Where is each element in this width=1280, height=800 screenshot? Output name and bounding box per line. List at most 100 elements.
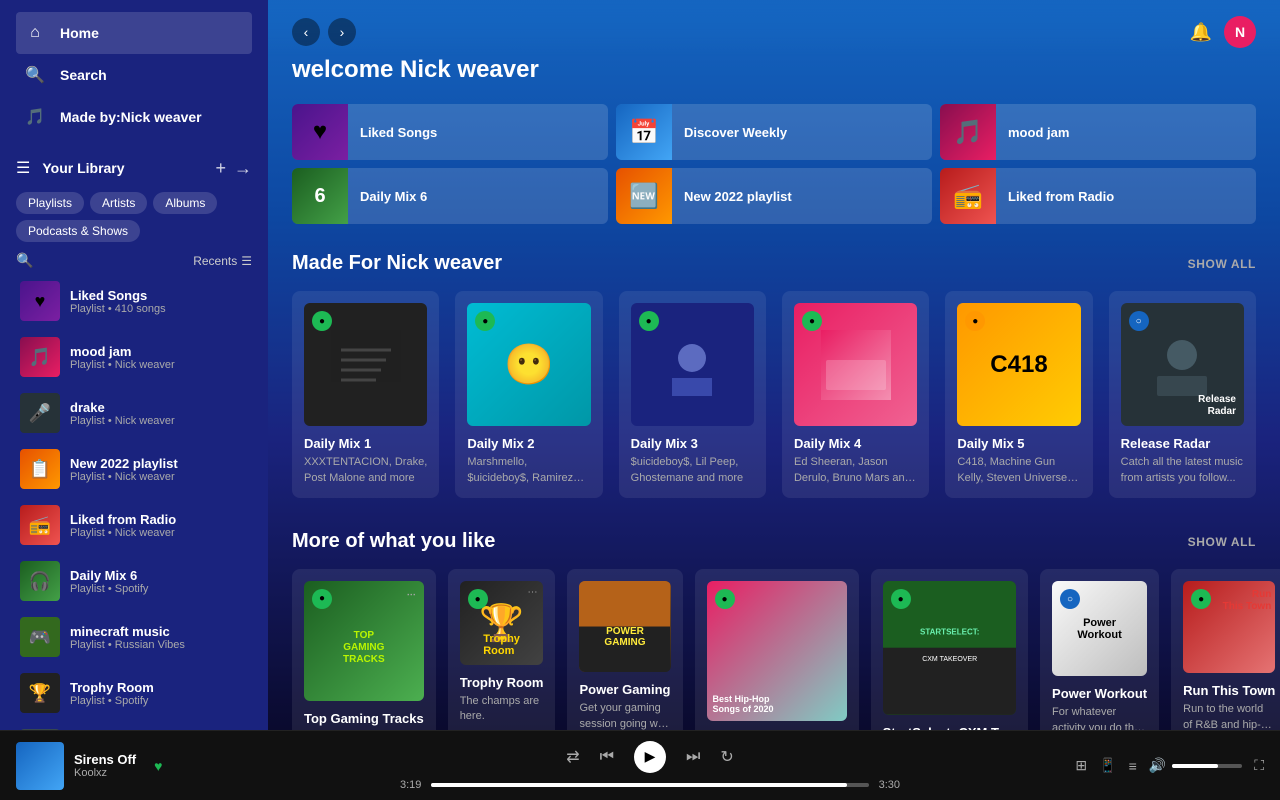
daily-mix-4-thumb: ● bbox=[794, 303, 917, 426]
trophy-room-card-thumb: ● ⋯ 🏆 TrophyRoom bbox=[460, 581, 544, 665]
library-search-icon: 🔍 bbox=[16, 252, 33, 269]
play-pause-button[interactable]: ▶ bbox=[634, 741, 666, 773]
notification-bell-icon[interactable]: 🔔 bbox=[1190, 22, 1212, 43]
quick-link-discover-weekly[interactable]: 📅 Discover Weekly bbox=[616, 104, 932, 160]
devices-button[interactable]: 📱 bbox=[1099, 757, 1116, 774]
search-icon: 🔍 bbox=[24, 64, 46, 86]
filter-albums[interactable]: Albums bbox=[153, 192, 217, 214]
avatar[interactable]: N bbox=[1224, 16, 1256, 48]
quick-link-mood-jam[interactable]: 🎵 mood jam bbox=[940, 104, 1256, 160]
card-top-gaming[interactable]: ● ⋯ TOPGAMINGTRACKS Top Gaming Tracks Pr… bbox=[292, 569, 436, 730]
player-controls: ⇄ ⏮ ▶ ⏭ ↻ 3:19 3:30 bbox=[252, 741, 1048, 791]
volume-icon-button[interactable]: 🔊 bbox=[1149, 757, 1166, 774]
queue-button[interactable]: ⊞ bbox=[1075, 757, 1087, 774]
lyrics-button[interactable]: ≡ bbox=[1129, 758, 1137, 774]
daily-mix-5-thumb: ● C418 bbox=[957, 303, 1080, 426]
library-title: Your Library bbox=[42, 160, 207, 176]
daily-mix-1-thumb: ● bbox=[304, 303, 427, 426]
library-actions: + → bbox=[215, 159, 252, 177]
nav-forward-button[interactable]: › bbox=[328, 18, 356, 46]
filter-playlists[interactable]: Playlists bbox=[16, 192, 84, 214]
daily-mix-4-badge: ● bbox=[802, 311, 822, 331]
quick-links-grid: ♥ Liked Songs 📅 Discover Weekly 🎵 mood j… bbox=[292, 104, 1256, 224]
library-item-mood-jam[interactable]: 🎵 mood jam Playlist • Nick weaver bbox=[4, 329, 264, 385]
library-item-liked-songs[interactable]: ♥ Liked Songs Playlist • 410 songs bbox=[4, 273, 264, 329]
library-item-drake[interactable]: 🎤 drake Playlist • Nick weaver bbox=[4, 385, 264, 441]
card-daily-mix-1[interactable]: ● Daily Mix 1 XXXTENTACION, Drake, Post … bbox=[292, 291, 439, 498]
filter-artists[interactable]: Artists bbox=[90, 192, 147, 214]
player-text: Sirens Off Koolxz bbox=[74, 752, 136, 779]
sidebar-item-search[interactable]: 🔍 Search bbox=[16, 54, 252, 96]
volume-container: 🔊 bbox=[1149, 757, 1242, 774]
shuffle-button[interactable]: ⇄ bbox=[566, 747, 579, 767]
top-gaming-thumb: ● ⋯ TOPGAMINGTRACKS bbox=[304, 581, 424, 701]
library-item-new2022[interactable]: 📋 New 2022 playlist Playlist • Nick weav… bbox=[4, 441, 264, 497]
library-item-joesiv[interactable]: 🎵 Joesiv mix Playlist • Nick weaver bbox=[4, 721, 264, 730]
prev-button[interactable]: ⏮ bbox=[600, 748, 614, 766]
quick-link-liked-songs[interactable]: ♥ Liked Songs bbox=[292, 104, 608, 160]
library-item-minecraft[interactable]: 🎮 minecraft music Playlist • Russian Vib… bbox=[4, 609, 264, 665]
card-release-radar[interactable]: ○ ReleaseRadar Release Radar Catch all t… bbox=[1109, 291, 1256, 498]
daily-mix-2-badge: ● bbox=[475, 311, 495, 331]
player-heart-icon[interactable]: ♥ bbox=[154, 758, 162, 774]
next-button[interactable]: ⏭ bbox=[686, 748, 700, 766]
library-item-liked-radio[interactable]: 📻 Liked from Radio Playlist • Nick weave… bbox=[4, 497, 264, 553]
main-body: welcome Nick weaver ♥ Liked Songs 📅 Disc… bbox=[268, 56, 1280, 730]
library-recents-label: Recents ☰ bbox=[193, 254, 252, 268]
card-trophy-room[interactable]: ● ⋯ 🏆 TrophyRoom Trophy Room The champs … bbox=[448, 569, 556, 730]
card-daily-mix-2[interactable]: ● 😶 Daily Mix 2 Marshmello, $uicideboy$,… bbox=[455, 291, 602, 498]
card-daily-mix-3[interactable]: ● Daily Mix 3 $uicideboy$, Lil Peep, Gho… bbox=[619, 291, 766, 498]
quick-link-liked-radio[interactable]: 📻 Liked from Radio bbox=[940, 168, 1256, 224]
trophy-room-thumb: 🏆 bbox=[20, 673, 60, 713]
header-right: 🔔 N bbox=[1190, 16, 1256, 48]
run-town-badge: ● bbox=[1191, 589, 1211, 609]
quick-link-liked-radio-thumb: 📻 bbox=[940, 168, 996, 224]
welcome-title: welcome Nick weaver bbox=[292, 56, 1256, 84]
card-daily-mix-4[interactable]: ● Daily Mix 4 Ed Sheeran, Jason Derulo, … bbox=[782, 291, 929, 498]
filter-podcasts[interactable]: Podcasts & Shows bbox=[16, 220, 140, 242]
progress-bar-container: 3:19 3:30 bbox=[400, 779, 900, 791]
library-item-trophy-room[interactable]: 🏆 Trophy Room Playlist • Spotify bbox=[4, 665, 264, 721]
liked-radio-info: Liked from Radio Playlist • Nick weaver bbox=[70, 512, 248, 539]
quick-link-daily-mix-6[interactable]: 6 Daily Mix 6 bbox=[292, 168, 608, 224]
daily-mix-2-thumb: ● 😶 bbox=[467, 303, 590, 426]
home-icon: ⌂ bbox=[24, 22, 46, 44]
card-run-this-town[interactable]: ● RunThis Town Run This Town Run to the … bbox=[1171, 569, 1280, 730]
made-for-show-all[interactable]: Show all bbox=[1188, 257, 1256, 271]
player-thumb bbox=[16, 742, 64, 790]
fullscreen-button[interactable]: ⛶ bbox=[1254, 757, 1264, 774]
player-right-controls: ⊞ 📱 ≡ 🔊 ⛶ bbox=[1064, 757, 1264, 774]
quick-link-new2022[interactable]: 🆕 New 2022 playlist bbox=[616, 168, 932, 224]
expand-library-button[interactable]: → bbox=[234, 159, 252, 177]
made-for-section-header: Made For Nick weaver Show all bbox=[292, 252, 1256, 275]
player-track-info: Sirens Off Koolxz ♥ bbox=[16, 742, 236, 790]
progress-track[interactable] bbox=[431, 783, 868, 787]
drake-info: drake Playlist • Nick weaver bbox=[70, 400, 248, 427]
repeat-button[interactable]: ↻ bbox=[720, 747, 733, 767]
power-gaming-thumb: ● POWERGAMING bbox=[579, 581, 670, 672]
release-radar-badge: ○ bbox=[1129, 311, 1149, 331]
nav-back-button[interactable]: ‹ bbox=[292, 18, 320, 46]
library-search-row: 🔍 Recents ☰ bbox=[0, 248, 268, 273]
quick-link-liked-songs-thumb: ♥ bbox=[292, 104, 348, 160]
sidebar-item-home[interactable]: ⌂ Home bbox=[16, 12, 252, 54]
more-show-all[interactable]: Show all bbox=[1188, 535, 1256, 549]
drake-thumb: 🎤 bbox=[20, 393, 60, 433]
library-list: ♥ Liked Songs Playlist • 410 songs 🎵 moo… bbox=[0, 273, 268, 730]
filter-pills: Playlists Artists Albums Podcasts & Show… bbox=[0, 186, 268, 248]
library-item-daily-mix-6[interactable]: 🎧 Daily Mix 6 Playlist • Spotify bbox=[4, 553, 264, 609]
sidebar-item-made-by[interactable]: 🎵 Made by:Nick weaver bbox=[16, 96, 252, 138]
main-content: ‹ › 🔔 N welcome Nick weaver ♥ Liked Song… bbox=[268, 0, 1280, 730]
card-startselect[interactable]: ● STARTSELECT:CXM TAKEOVER StartSelect: … bbox=[871, 569, 1028, 730]
add-library-button[interactable]: + bbox=[215, 159, 226, 177]
card-power-gaming[interactable]: ● POWERGAMING Power Gaming Get your gami… bbox=[567, 569, 682, 730]
card-power-workout[interactable]: ○ PowerWorkout Power Workout For whateve… bbox=[1040, 569, 1159, 730]
volume-track[interactable] bbox=[1172, 764, 1242, 768]
liked-radio-thumb: 📻 bbox=[20, 505, 60, 545]
card-best-hiphop[interactable]: ● Best Hip-HopSongs of 2020 Best Hip-Hop… bbox=[695, 569, 859, 730]
trophy-room-info: Trophy Room Playlist • Spotify bbox=[70, 680, 248, 707]
quick-link-dm6-thumb: 6 bbox=[292, 168, 348, 224]
card-daily-mix-5[interactable]: ● C418 Daily Mix 5 C418, Machine Gun Kel… bbox=[945, 291, 1092, 498]
daily-mix-6-thumb: 🎧 bbox=[20, 561, 60, 601]
liked-songs-thumb: ♥ bbox=[20, 281, 60, 321]
